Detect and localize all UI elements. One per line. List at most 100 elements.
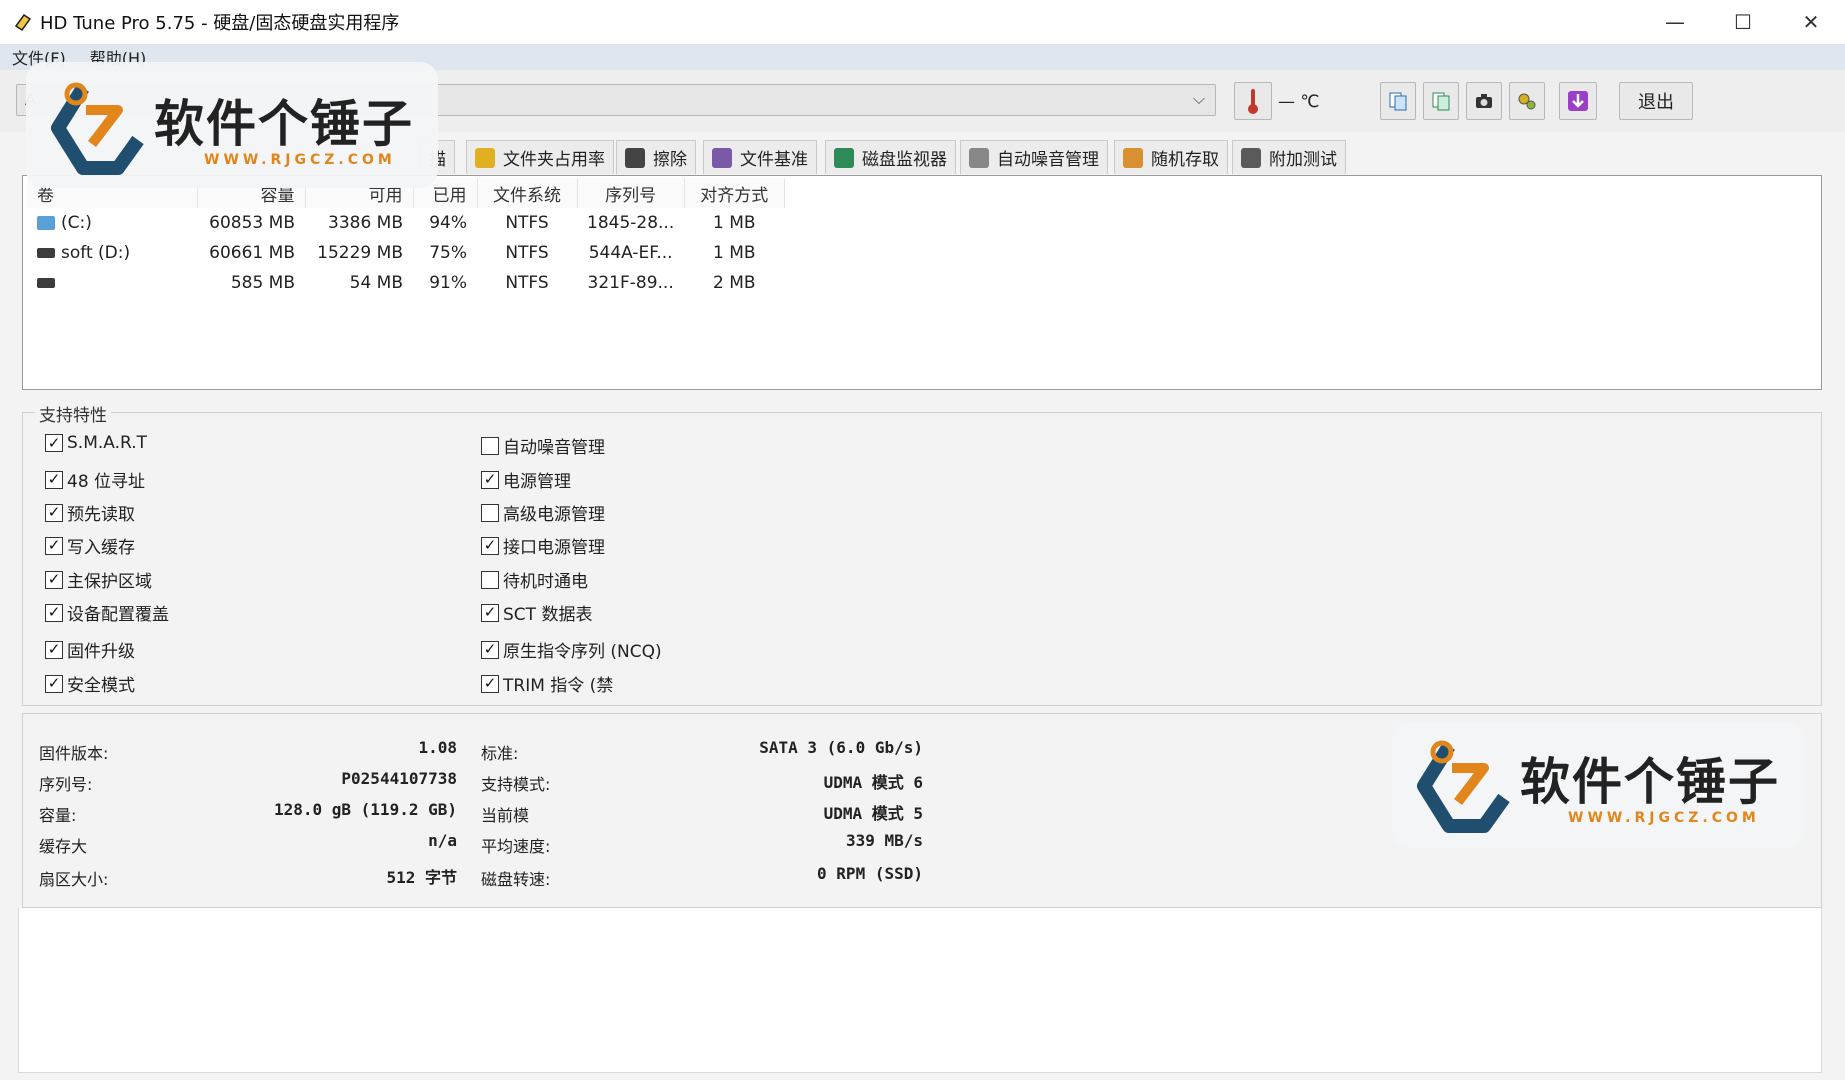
feature-firmware[interactable]: ✓ 固件升级 (45, 637, 135, 662)
exit-button[interactable]: 退出 (1619, 82, 1693, 120)
checkbox[interactable]: ✓ (45, 674, 63, 693)
checkbox[interactable]: ✓ (481, 640, 499, 659)
serial-label: 序列号: (39, 775, 93, 794)
watermark-url: WWW.RJGCZ.COM (204, 152, 396, 168)
table-row[interactable]: 585 MB 54 MB 91% NTFS 321F-89... 2 MB (27, 268, 784, 298)
free-cell: 15229 MB (317, 243, 403, 263)
col-serial[interactable]: 序列号 (577, 178, 685, 208)
checkbox[interactable]: ✓ (45, 640, 63, 659)
tab-folder-usage[interactable]: 文件夹占用率 (466, 140, 614, 174)
serial-cell: 1845-28... (587, 213, 675, 233)
feature-apm[interactable]: 高级电源管理 (481, 500, 605, 525)
window-controls: — ☐ ✕ (1641, 0, 1845, 44)
tab-random-access[interactable]: 随机存取 (1114, 140, 1228, 174)
thermometer-button[interactable] (1234, 82, 1272, 120)
feature-ncq[interactable]: ✓ 原生指令序列 (NCQ) (481, 637, 662, 662)
trash-icon (625, 147, 645, 168)
checkbox[interactable] (481, 570, 499, 589)
col-filesystem[interactable]: 文件系统 (477, 178, 578, 208)
checkbox[interactable]: ✓ (45, 603, 63, 622)
screenshot-button[interactable] (1466, 82, 1502, 120)
alignment-cell: 2 MB (712, 273, 756, 293)
tab-erase[interactable]: 擦除 (616, 140, 696, 174)
feature-smart[interactable]: ✓ S.M.A.R.T (45, 433, 147, 453)
tab-label: 磁盘监视器 (862, 150, 947, 170)
feature-label: 预先读取 (67, 505, 135, 525)
capacity-cell: 60853 MB (209, 213, 295, 233)
feature-security[interactable]: ✓ 安全模式 (45, 671, 135, 696)
serial-cell: 321F-89... (587, 273, 674, 293)
feature-read-ahead[interactable]: ✓ 预先读取 (45, 500, 135, 525)
feature-label: TRIM 指令 (禁 (503, 676, 614, 696)
brand-logo-icon (1417, 740, 1510, 833)
save-button[interactable] (1559, 82, 1597, 120)
tab-file-benchmark[interactable]: 文件基准 (703, 140, 817, 174)
capacity-cell: 60661 MB (209, 243, 295, 263)
cache-label: 缓存大 (39, 837, 88, 856)
tab-label: 随机存取 (1151, 150, 1219, 170)
options-button[interactable] (1509, 82, 1545, 120)
checkbox[interactable]: ✓ (481, 470, 499, 489)
firmware-label: 固件版本: (39, 744, 109, 763)
table-row[interactable]: soft (D:) 60661 MB 15229 MB 75% NTFS 544… (27, 238, 784, 268)
copy-icon (1389, 92, 1407, 111)
feature-trim[interactable]: ✓ TRIM 指令 (禁 (481, 671, 613, 696)
feature-ipm[interactable]: ✓ 接口电源管理 (481, 533, 605, 558)
checkbox[interactable]: ✓ (45, 536, 63, 555)
free-cell: 3386 MB (328, 213, 403, 233)
filesystem-cell: NTFS (505, 243, 549, 263)
checkbox[interactable]: ✓ (45, 434, 63, 452)
copy-all-button[interactable] (1423, 82, 1459, 120)
bar-chart-icon (834, 147, 854, 168)
watermark-top: 软件个锤子 WWW.RJGCZ.COM (26, 62, 438, 188)
minimize-button[interactable]: — (1641, 0, 1709, 44)
maximize-button[interactable]: ☐ (1709, 0, 1777, 44)
drive-icon (37, 278, 55, 288)
table-row[interactable]: (C:) 60853 MB 3386 MB 94% NTFS 1845-28..… (27, 208, 784, 238)
tab-label: 文件夹占用率 (503, 150, 605, 170)
watermark-url: WWW.RJGCZ.COM (1568, 810, 1760, 826)
app-icon (12, 11, 34, 33)
tab-extra-tests[interactable]: 附加测试 (1232, 140, 1346, 174)
close-button[interactable]: ✕ (1777, 0, 1845, 44)
feature-hpa[interactable]: ✓ 主保护区域 (45, 567, 152, 592)
title-bar: HD Tune Pro 5.75 - 硬盘/固态硬盘实用程序 — ☐ ✕ (0, 0, 1845, 44)
checkbox[interactable] (481, 503, 499, 522)
bottom-area (18, 908, 1822, 1073)
checkbox[interactable] (481, 436, 499, 455)
feature-label: 固件升级 (67, 642, 135, 662)
checkbox[interactable]: ✓ (45, 570, 63, 589)
feature-aam[interactable]: 自动噪音管理 (481, 433, 605, 458)
tab-aam[interactable]: 自动噪音管理 (960, 140, 1108, 174)
alignment-cell: 1 MB (712, 213, 756, 233)
checkbox[interactable]: ✓ (481, 603, 499, 622)
volume-name-cell: (C:) (27, 208, 197, 238)
filesystem-cell: NTFS (505, 273, 549, 293)
capacity-value: 128.0 gB (119.2 GB) (273, 800, 457, 819)
checkbox[interactable]: ✓ (481, 674, 499, 693)
scatter-icon (1123, 147, 1143, 168)
checkbox[interactable]: ✓ (45, 503, 63, 522)
feature-dco[interactable]: ✓ 设备配置覆盖 (45, 600, 169, 625)
checkbox[interactable]: ✓ (45, 470, 63, 489)
volume-list: 卷 容量 可用 已用 文件系统 序列号 对齐方式 (C:) 60853 MB 3… (22, 175, 1822, 390)
used-cell: 91% (429, 273, 467, 293)
standard-label: 标准: (481, 744, 519, 763)
system-drive-icon (37, 216, 55, 230)
feature-48bit[interactable]: ✓ 48 位寻址 (45, 467, 145, 492)
avg-speed-label: 平均速度: (481, 837, 551, 856)
copy-info-button[interactable] (1380, 82, 1416, 120)
feature-puis[interactable]: 待机时通电 (481, 567, 588, 592)
tab-disk-monitor[interactable]: 磁盘监视器 (825, 140, 956, 174)
feature-sct[interactable]: ✓ SCT 数据表 (481, 600, 592, 625)
feature-power-mgmt[interactable]: ✓ 电源管理 (481, 467, 571, 492)
feature-label: 设备配置覆盖 (67, 605, 169, 625)
capacity-cell: 585 MB (230, 273, 295, 293)
col-alignment[interactable]: 对齐方式 (684, 178, 785, 208)
volume-table: 卷 容量 可用 已用 文件系统 序列号 对齐方式 (C:) 60853 MB 3… (27, 178, 785, 298)
checkbox[interactable]: ✓ (481, 536, 499, 555)
sector-size-value: 512 字节 (386, 868, 457, 887)
cache-value: n/a (428, 831, 457, 850)
tab-label: 自动噪音管理 (997, 150, 1099, 170)
feature-write-cache[interactable]: ✓ 写入缓存 (45, 533, 135, 558)
